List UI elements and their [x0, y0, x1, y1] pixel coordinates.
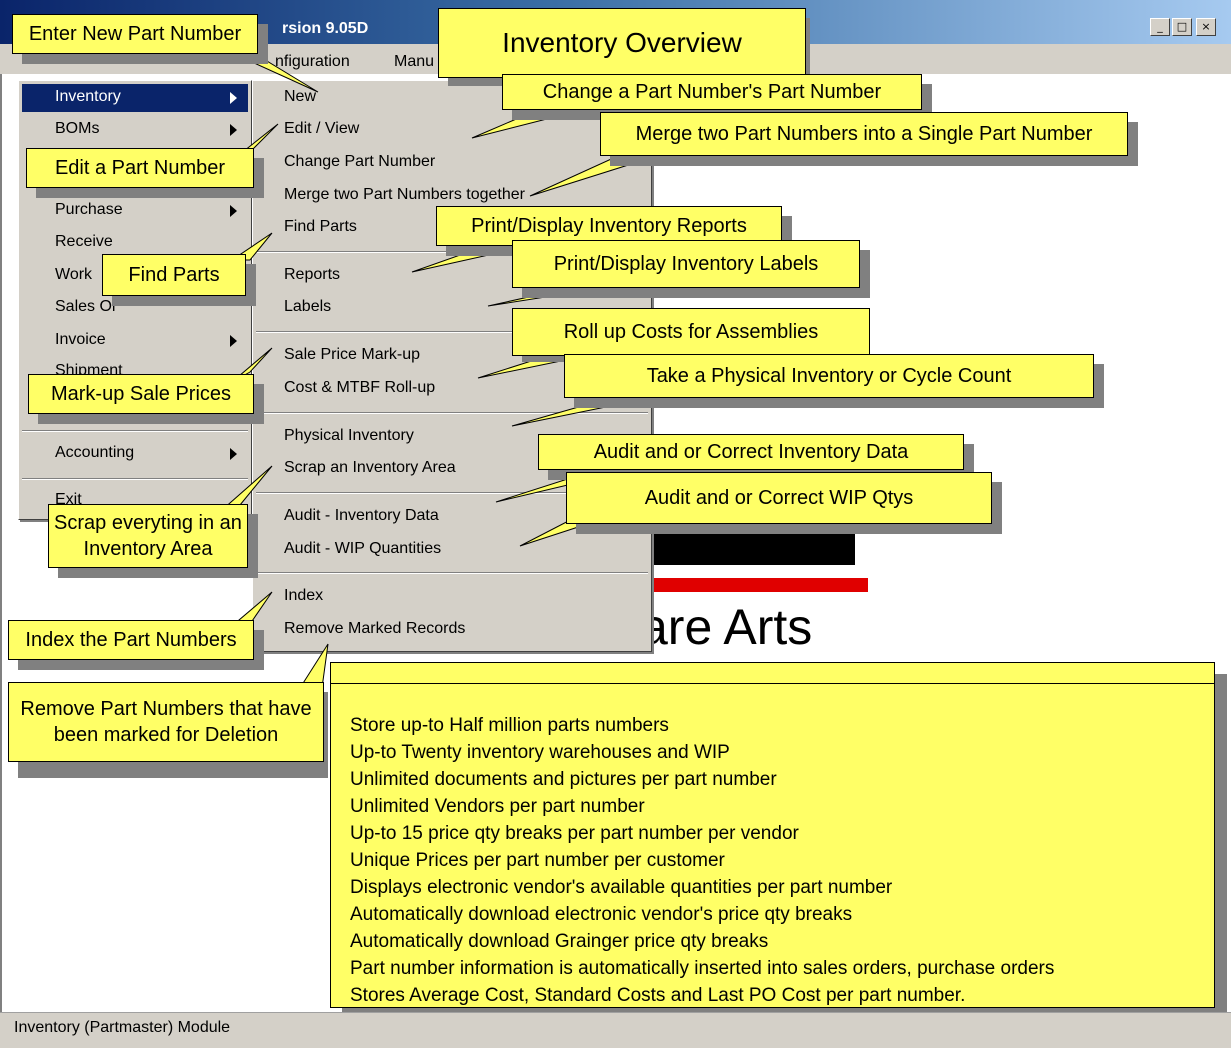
feature-item: Stores Average Cost, Standard Costs and …: [350, 985, 966, 1006]
callout-title: Inventory Overview: [438, 8, 806, 78]
callout-labels: Print/Display Inventory Labels: [512, 240, 860, 288]
callout-physical: Take a Physical Inventory or Cycle Count: [564, 354, 1094, 398]
feature-item: Automatically download electronic vendor…: [350, 904, 853, 925]
callout-remove: Remove Part Numbers that have been marke…: [8, 682, 324, 762]
callout-audit: Audit and or Correct Inventory Data: [538, 434, 964, 470]
features-list: Store up-to Half million parts numbers U…: [350, 712, 1054, 1009]
feature-item: Store up-to Half million parts numbers: [350, 715, 669, 736]
callout-scrap: Scrap everyting in an Inventory Area: [48, 504, 248, 568]
callout-change: Change a Part Number's Part Number: [502, 74, 922, 110]
callout-markup: Mark-up Sale Prices: [28, 374, 254, 414]
features-callout-header: [330, 662, 1215, 684]
feature-item: Up-to 15 price qty breaks per part numbe…: [350, 823, 799, 844]
callout-index: Index the Part Numbers: [8, 620, 254, 660]
feature-item: Up-to Twenty inventory warehouses and WI…: [350, 742, 730, 763]
callout-new: Enter New Part Number: [12, 14, 258, 54]
feature-item: Unlimited documents and pictures per par…: [350, 769, 777, 790]
callout-merge: Merge two Part Numbers into a Single Par…: [600, 112, 1128, 156]
feature-item: Unlimited Vendors per part number: [350, 796, 645, 817]
callout-find: Find Parts: [102, 254, 246, 296]
callout-edit: Edit a Part Number: [26, 148, 254, 188]
callout-rollup: Roll up Costs for Assemblies: [512, 308, 870, 356]
feature-item: Automatically download Grainger price qt…: [350, 931, 769, 952]
feature-item: Part number information is automatically…: [350, 958, 1055, 979]
feature-item: Displays electronic vendor's available q…: [350, 877, 893, 898]
feature-item: Unique Prices per part number per custom…: [350, 850, 725, 871]
callout-wip: Audit and or Correct WIP Qtys: [566, 472, 992, 524]
status-text: Inventory (Partmaster) Module: [14, 1019, 231, 1036]
